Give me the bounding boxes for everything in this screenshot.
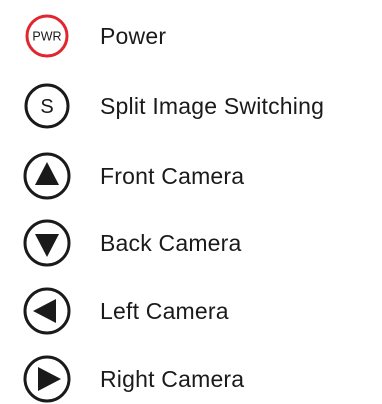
legend-label-back-camera: Back Camera [100, 229, 242, 256]
right-arrow-icon [22, 354, 72, 404]
legend-label-front-camera: Front Camera [100, 162, 245, 189]
legend-item-right-camera: Right Camera [22, 354, 244, 404]
legend-item-front-camera: Front Camera [22, 151, 244, 201]
button-legend: PWR Power S Split Image Switching Front … [0, 0, 382, 403]
legend-label-split-image-switching: Split Image Switching [100, 92, 325, 119]
legend-item-back-camera: Back Camera [22, 218, 242, 268]
legend-label-right-camera: Right Camera [100, 365, 245, 392]
left-arrow-icon [22, 286, 72, 336]
down-arrow-icon [22, 218, 72, 268]
power-icon-glyph: PWR [32, 30, 61, 44]
split-switch-icon-glyph: S [40, 96, 53, 118]
up-arrow-icon [22, 151, 72, 201]
legend-item-split-image-switching: S Split Image Switching [22, 81, 324, 131]
legend-item-power: PWR Power [22, 11, 166, 61]
power-icon: PWR [22, 11, 72, 61]
legend-item-left-camera: Left Camera [22, 286, 229, 336]
legend-label-power: Power [100, 22, 167, 49]
legend-label-left-camera: Left Camera [100, 297, 229, 324]
split-switch-icon: S [22, 81, 72, 131]
